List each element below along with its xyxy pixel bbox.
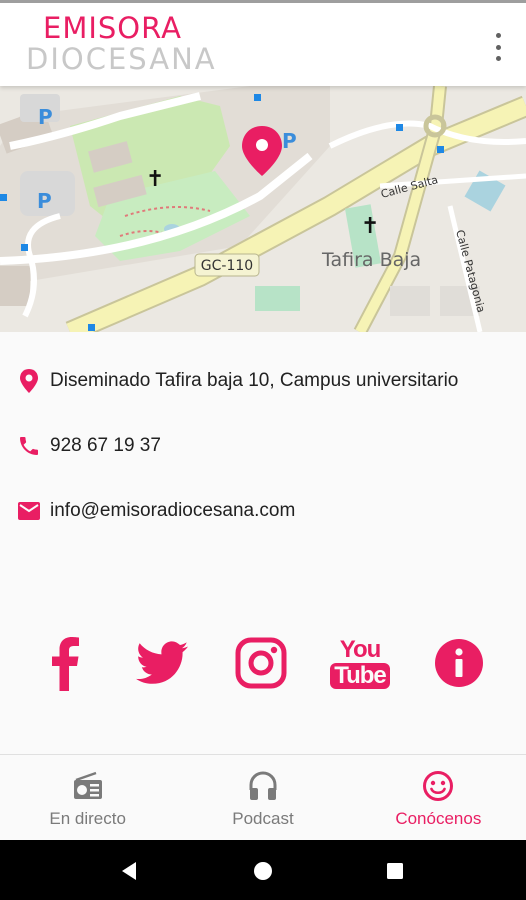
nav-conocenos-label: Conócenos bbox=[395, 809, 482, 828]
email-row[interactable]: info@emisoradiocesana.com bbox=[16, 498, 295, 524]
road-label: GC-110 bbox=[201, 258, 253, 274]
home-icon[interactable] bbox=[252, 860, 274, 882]
facebook-icon[interactable] bbox=[34, 630, 94, 696]
email-icon bbox=[16, 498, 42, 524]
place-label: Tafira Baja bbox=[321, 249, 421, 271]
recents-icon[interactable] bbox=[384, 860, 406, 882]
more-vert-icon[interactable] bbox=[492, 33, 504, 61]
instagram-icon[interactable] bbox=[231, 630, 291, 696]
location-pin-icon bbox=[16, 368, 42, 394]
app-logo: EMISORA DIOCESANA bbox=[26, 13, 217, 75]
smiley-icon bbox=[422, 769, 454, 803]
nav-conocenos[interactable]: Conócenos bbox=[351, 755, 526, 840]
back-icon[interactable] bbox=[118, 860, 140, 882]
svg-text:P: P bbox=[37, 189, 52, 213]
address-row[interactable]: Diseminado Tafira baja 10, Campus univer… bbox=[16, 368, 458, 394]
svg-text:P: P bbox=[38, 105, 53, 129]
youtube-you-text: You bbox=[339, 635, 382, 663]
screen: EMISORA DIOCESANA P P P ✝ ✝ GC-110 Tafir… bbox=[0, 0, 526, 900]
location-map[interactable]: P P P ✝ ✝ GC-110 Tafira Baja Calle Salta… bbox=[0, 86, 526, 332]
svg-text:✝: ✝ bbox=[361, 214, 379, 239]
nav-podcast-label: Podcast bbox=[232, 809, 294, 828]
phone-row[interactable]: 928 67 19 37 bbox=[16, 433, 161, 459]
youtube-tube-text: Tube bbox=[330, 662, 390, 689]
youtube-icon[interactable]: You Tube bbox=[330, 630, 390, 696]
info-icon[interactable] bbox=[429, 630, 489, 696]
headphones-icon bbox=[247, 769, 279, 803]
nav-en-directo[interactable]: En directo bbox=[0, 755, 175, 840]
radio-icon bbox=[72, 769, 104, 803]
app-bar: EMISORA DIOCESANA bbox=[0, 0, 526, 86]
system-nav-bar bbox=[0, 840, 526, 900]
svg-text:✝: ✝ bbox=[146, 167, 164, 192]
nav-podcast[interactable]: Podcast bbox=[175, 755, 350, 840]
logo-line2: DIOCESANA bbox=[26, 42, 217, 76]
social-links: You Tube bbox=[0, 630, 526, 696]
bottom-navigation: En directo Podcast Conócenos bbox=[0, 754, 526, 840]
svg-text:P: P bbox=[282, 129, 297, 153]
address-text: Diseminado Tafira baja 10, Campus univer… bbox=[50, 370, 459, 391]
twitter-icon[interactable] bbox=[132, 630, 192, 696]
phone-text: 928 67 19 37 bbox=[50, 435, 161, 456]
nav-en-directo-label: En directo bbox=[49, 809, 126, 828]
logo-line1: EMISORA bbox=[43, 11, 182, 45]
email-text: info@emisoradiocesana.com bbox=[50, 500, 296, 521]
phone-icon bbox=[16, 433, 42, 459]
